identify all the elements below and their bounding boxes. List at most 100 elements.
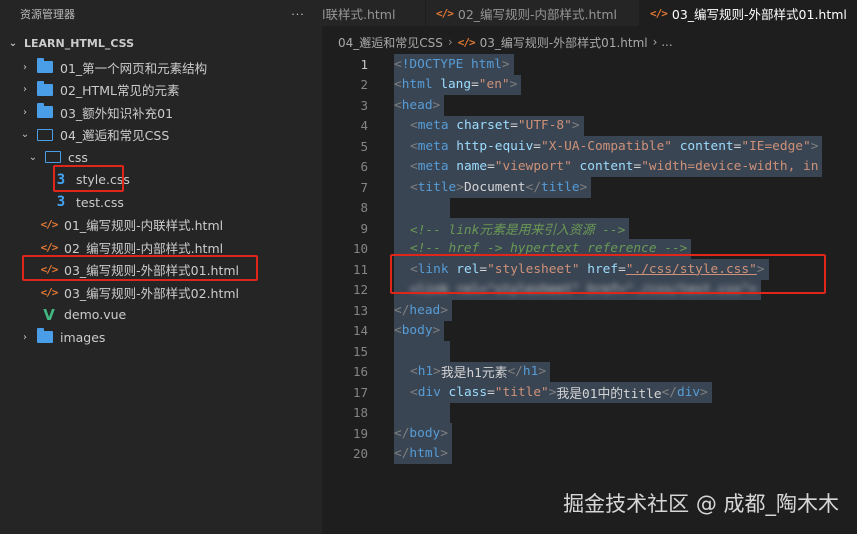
tree-item-label: 02_编写规则-内部样式.html [64, 240, 224, 256]
tree-file-html-01[interactable]: </> 01_编写规则-内联样式.html [0, 214, 322, 237]
code-content [394, 341, 450, 362]
code-editor[interactable]: 1 < !DOCTYPE html > 2 < html lang = "en" > 3 <… [322, 54, 857, 534]
line-number: 17 [352, 384, 368, 400]
tree-folder-images[interactable]: › images [0, 326, 322, 349]
line-number: 5 [360, 138, 368, 154]
code-line: 3 < head > [322, 95, 857, 116]
line-number: 16 [352, 364, 368, 380]
chevron-right-icon: › [23, 84, 27, 96]
html-file-icon: </> [40, 263, 59, 277]
tab-inline-style[interactable]: l联样式.html [322, 0, 426, 26]
line-number: 7 [360, 179, 368, 195]
breadcrumb-tail[interactable]: › ... [653, 35, 673, 49]
code-content: < title > Document </title > [394, 177, 592, 198]
tree-file-style-css[interactable]: 3 style.css [0, 169, 322, 192]
line-number: 4 [360, 118, 368, 134]
code-line: 11 < link rel = "stylesheet" href = "./css/st… [322, 259, 857, 280]
tree-file-html-03-01[interactable]: </> 03_编写规则-外部样式01.html [0, 259, 322, 282]
chevron-down-icon: ⌄ [28, 151, 38, 163]
folder-open-icon [44, 149, 62, 165]
tree-folder-03[interactable]: › 03_额外知识补充01 [0, 101, 322, 124]
code-content: < !DOCTYPE html > [394, 54, 514, 75]
folder-icon [36, 103, 54, 120]
tree-item-label: 02_HTML常见的元素 [60, 83, 180, 99]
code-content: < meta charset = "UTF-8" > [394, 115, 584, 136]
line-number: 15 [352, 343, 368, 359]
code-line: 7 < title > Document </title > [322, 177, 857, 198]
line-number: 18 [352, 405, 368, 421]
workspace-root-label: LEARN_HTML_CSS [24, 36, 135, 50]
tree-file-demo-vue[interactable]: V demo.vue [0, 304, 322, 327]
code-content: < h1 > 我是h1元素 </h1 > [394, 361, 551, 382]
code-line: 12 <link rel="stylesheet" href="./css/te… [322, 279, 857, 300]
html-file-icon: </> [436, 6, 454, 20]
css-file-icon: 3 [56, 194, 66, 211]
code-content: </body > [394, 423, 452, 444]
chevron-right-icon: › [23, 331, 27, 343]
html-file-icon: </> [40, 240, 59, 254]
code-content: < div class = "title" > 我是01中的title </div > [394, 382, 712, 403]
code-line: 19 </body > [322, 423, 857, 444]
code-line: 5 < meta http-equiv = "X-UA-Compatible" con… [322, 136, 857, 157]
tree-item-label: 01_第一个网页和元素结构 [60, 60, 208, 76]
tab-label: 03_编写规则-外部样式01.html [671, 6, 847, 22]
explorer-panel: 资源管理器 ··· ⌄ LEARN_HTML_CSS › 01_第一个网页和元素… [0, 0, 322, 534]
chevron-down-icon: ⌄ [20, 129, 30, 141]
chevron-right-icon: › [23, 106, 27, 118]
html-file-icon: </> [650, 6, 668, 20]
watermark: 掘金技术社区 @ 成都_陶木木 [563, 492, 839, 516]
code-content: < head > [394, 95, 445, 116]
line-number: 3 [360, 97, 368, 113]
tree-item-label: test.css [76, 194, 124, 210]
tree-item-label: demo.vue [64, 307, 127, 323]
vue-file-icon: V [43, 305, 55, 324]
breadcrumb-separator: › [447, 35, 453, 49]
tree-file-html-02[interactable]: </> 02_编写规则-内部样式.html [0, 236, 322, 259]
folder-open-icon [36, 127, 54, 143]
code-content: < html lang = "en" > [394, 74, 522, 95]
line-number: 10 [352, 241, 368, 257]
breadcrumb-file[interactable]: 03_编写规则-外部样式01.html [480, 34, 648, 51]
code-line: 4 < meta charset = "UTF-8" > [322, 115, 857, 136]
line-number: 13 [352, 302, 368, 318]
folder-icon [36, 328, 54, 345]
code-line: 18 [322, 402, 857, 423]
tree-folder-04[interactable]: ⌄ 04_邂逅和常见CSS [0, 124, 322, 147]
tree-file-test-css[interactable]: 3 test.css [0, 191, 322, 214]
line-number: 20 [352, 446, 368, 462]
code-line: 6 < meta name = "viewport" content = "width=d… [322, 156, 857, 177]
code-line: 1 < !DOCTYPE html > [322, 54, 857, 75]
code-content: < meta name = "viewport" content = "width=dev… [394, 156, 823, 177]
more-actions-icon[interactable]: ··· [274, 8, 322, 21]
code-content: < body > [394, 320, 445, 341]
code-line: 2 < html lang = "en" > [322, 74, 857, 95]
tree-file-html-03-02[interactable]: </> 03_编写规则-外部样式02.html [0, 281, 322, 304]
line-number: 9 [360, 220, 368, 236]
code-line: 16 < h1 > 我是h1元素 </h1 > [322, 361, 857, 382]
code-content: <!-- link元素是用来引入资源 --> [394, 218, 630, 239]
code-content: <!-- href -> hypertext reference --> [394, 238, 692, 259]
code-line: 15 [322, 341, 857, 362]
html-file-icon: </> [457, 35, 476, 49]
workspace-root[interactable]: ⌄ LEARN_HTML_CSS [0, 30, 322, 56]
tab-external-style-01[interactable]: </> 03_编写规则-外部样式01.html [640, 0, 857, 26]
chevron-down-icon: ⌄ [8, 37, 18, 49]
code-content [394, 402, 450, 423]
tree-folder-css[interactable]: ⌄ css [0, 146, 322, 169]
line-number: 1 [360, 56, 368, 72]
line-number: 11 [352, 261, 368, 277]
tab-internal-style[interactable]: </> 02_编写规则-内部样式.html [426, 0, 640, 26]
tree-folder-02[interactable]: › 02_HTML常见的元素 [0, 79, 322, 102]
code-line: 13 </head > [322, 300, 857, 321]
tree-folder-01[interactable]: › 01_第一个网页和元素结构 [0, 56, 322, 79]
line-number: 2 [360, 77, 368, 93]
code-line: 9 <!-- link元素是用来引入资源 --> [322, 218, 857, 239]
tree-item-label: 03_额外知识补充01 [60, 105, 174, 121]
code-line: 17 < div class = "title" > 我是01中的title </div > [322, 382, 857, 403]
tree-item-label: 01_编写规则-内联样式.html [64, 218, 224, 234]
tree-item-label: images [60, 329, 106, 345]
line-number: 19 [352, 425, 368, 441]
breadcrumb-folder[interactable]: 04_邂逅和常见CSS [338, 34, 443, 51]
tree-item-label: 03_编写规则-外部样式01.html [64, 263, 240, 279]
explorer-header: 资源管理器 ··· [0, 0, 322, 28]
